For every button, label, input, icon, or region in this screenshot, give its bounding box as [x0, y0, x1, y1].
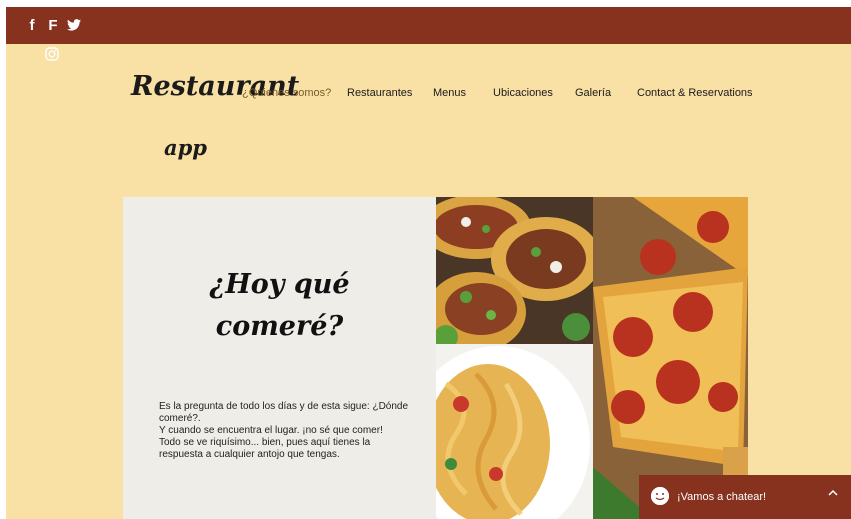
- brand-logo-line2[interactable]: app: [164, 135, 207, 160]
- nav-item-menus[interactable]: Menus: [433, 87, 466, 99]
- twitter-icon[interactable]: [66, 17, 82, 33]
- nav-item-quienes-somos[interactable]: ¿Quienes somos?: [242, 87, 331, 99]
- chat-widget[interactable]: ¡Vamos a chatear!: [639, 475, 851, 519]
- hero-panel: ¿Hoy qué comeré? Es la pregunta de todo …: [123, 197, 436, 519]
- hero-headline-line1: ¿Hoy qué: [209, 269, 350, 300]
- chat-label: ¡Vamos a chatear!: [677, 491, 767, 503]
- hero-headline-line2: comeré?: [215, 311, 344, 342]
- pizza-image: [593, 197, 748, 519]
- top-bar: f F: [6, 7, 851, 44]
- chevron-up-icon[interactable]: [827, 487, 839, 502]
- page: f F Restaurant app ¿Quienes somos? Resta…: [6, 7, 851, 519]
- smiley-icon: [651, 487, 669, 505]
- hero-paragraph-line: Todo se ve riquísimo... bien, pues aquí …: [159, 437, 371, 460]
- tacos-image: [436, 197, 593, 344]
- nav-item-contact-reservations[interactable]: Contact & Reservations: [637, 87, 753, 99]
- nav-item-galeria[interactable]: Galería: [575, 87, 611, 99]
- hero-paragraph: Es la pregunta de todo los días y de est…: [159, 401, 409, 461]
- hero-paragraph-line: Es la pregunta de todo los días y de est…: [159, 401, 409, 424]
- foursquare-icon[interactable]: F: [45, 17, 61, 33]
- instagram-icon[interactable]: [45, 47, 59, 61]
- nav-item-ubicaciones[interactable]: Ubicaciones: [493, 87, 553, 99]
- nav-item-restaurantes[interactable]: Restaurantes: [347, 87, 412, 99]
- hero-paragraph-line: Y cuando se encuentra el lugar. ¡no sé q…: [159, 425, 383, 436]
- facebook-icon[interactable]: f: [24, 17, 40, 33]
- spaghetti-image: [436, 344, 593, 519]
